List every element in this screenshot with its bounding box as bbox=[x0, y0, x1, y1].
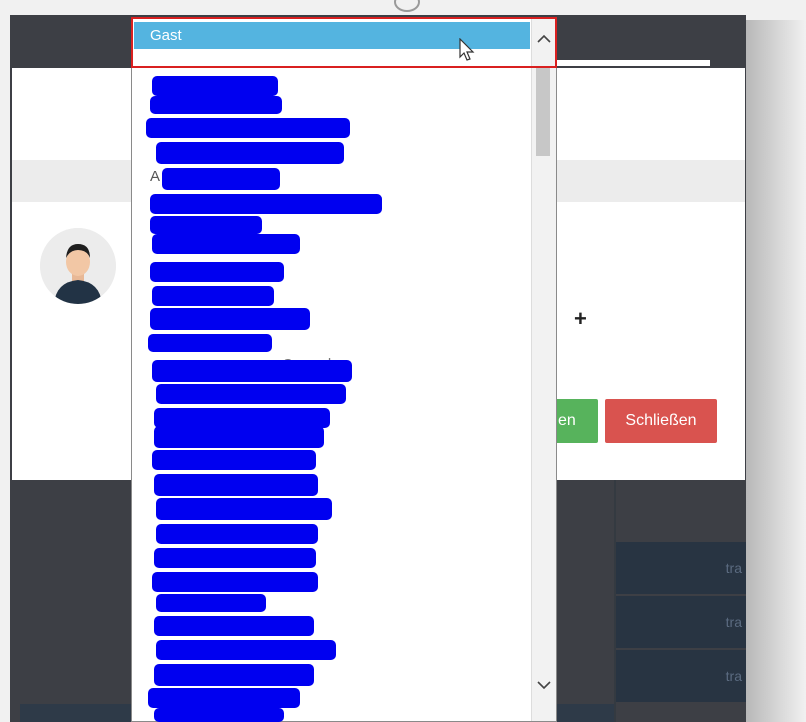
redacted-list-item[interactable] bbox=[154, 474, 318, 496]
redacted-list-item[interactable] bbox=[154, 408, 330, 428]
redacted-list-item[interactable] bbox=[152, 572, 318, 592]
chevron-up-icon[interactable] bbox=[532, 32, 556, 47]
redacted-list-item[interactable] bbox=[150, 262, 284, 282]
redacted-list-item[interactable] bbox=[156, 384, 346, 404]
window-shadow bbox=[746, 20, 806, 722]
chevron-down-icon[interactable] bbox=[532, 678, 556, 693]
mouse-cursor-icon bbox=[459, 37, 477, 67]
redacted-list-item[interactable] bbox=[156, 524, 318, 544]
close-button[interactable]: Schließen bbox=[605, 399, 717, 443]
table-cell: tra bbox=[616, 596, 746, 648]
redacted-list-item[interactable] bbox=[154, 708, 284, 722]
scrollbar-thumb[interactable] bbox=[536, 68, 550, 156]
redacted-list-item[interactable] bbox=[154, 616, 314, 636]
select-underline bbox=[142, 60, 710, 66]
redacted-list-item[interactable] bbox=[150, 216, 262, 234]
redacted-list-item[interactable] bbox=[156, 498, 332, 520]
redacted-list-item[interactable] bbox=[156, 594, 266, 612]
redacted-list-item[interactable] bbox=[148, 334, 272, 352]
redacted-list-item[interactable] bbox=[154, 664, 314, 686]
add-icon[interactable]: + bbox=[574, 306, 587, 332]
redacted-list-item[interactable] bbox=[156, 640, 336, 660]
table-cell: tra bbox=[616, 542, 746, 594]
redacted-list-item[interactable] bbox=[152, 234, 300, 254]
redacted-list-item[interactable] bbox=[154, 426, 324, 448]
redacted-list-item[interactable] bbox=[154, 548, 316, 568]
redacted-list-item[interactable] bbox=[152, 76, 278, 96]
window-knob bbox=[394, 0, 420, 12]
redacted-list-item[interactable] bbox=[156, 142, 344, 164]
guest-select-dropdown[interactable]: A B Christine Conrad bbox=[131, 17, 557, 722]
redacted-list-item[interactable] bbox=[162, 168, 280, 190]
dropdown-scrollbar[interactable] bbox=[531, 18, 556, 721]
list-item-fragment: A bbox=[150, 168, 161, 185]
redacted-list-item[interactable] bbox=[150, 308, 310, 330]
table-cell: tra bbox=[616, 650, 746, 702]
redacted-list-item[interactable] bbox=[152, 450, 316, 470]
redacted-list-item[interactable] bbox=[150, 96, 282, 114]
redacted-list-item[interactable] bbox=[146, 118, 350, 138]
user-avatar-icon bbox=[40, 228, 116, 304]
confirm-button[interactable]: en bbox=[550, 399, 598, 443]
redacted-list-item[interactable] bbox=[152, 286, 274, 306]
redacted-list-item[interactable] bbox=[148, 688, 300, 708]
redacted-list-item[interactable] bbox=[150, 194, 382, 214]
redacted-list-item[interactable] bbox=[152, 360, 352, 382]
